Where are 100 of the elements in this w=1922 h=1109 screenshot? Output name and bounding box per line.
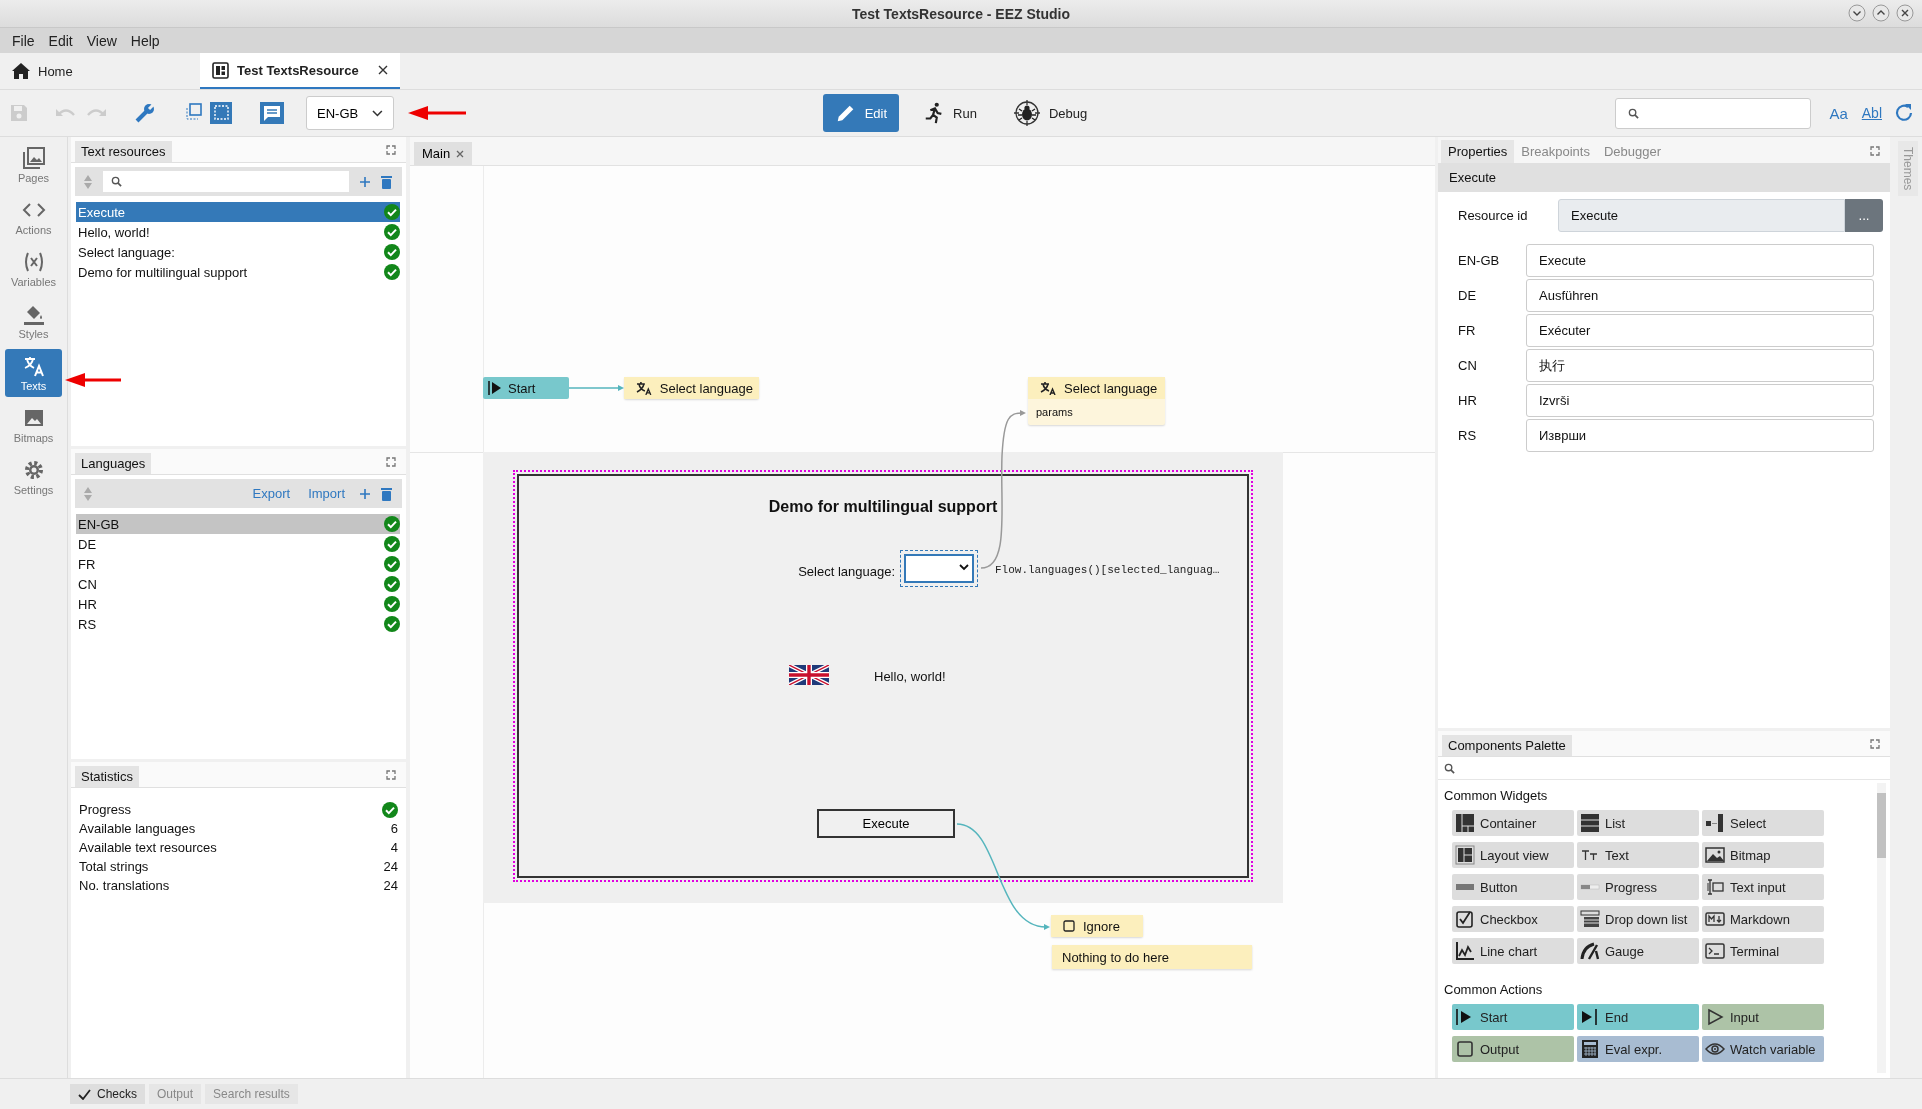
translation-field[interactable]: Изврши — [1526, 419, 1874, 452]
language-item[interactable]: CN — [76, 574, 400, 594]
toolbar-link[interactable]: Export — [248, 486, 295, 501]
language-item[interactable]: RS — [76, 614, 400, 634]
document-tab[interactable]: Home — [0, 53, 180, 89]
palette-item[interactable]: Output — [1452, 1036, 1574, 1062]
mode-button[interactable]: Run — [911, 94, 989, 132]
palette-item[interactable]: Line chart — [1452, 938, 1574, 964]
statistic-label: Available languages — [79, 821, 196, 836]
menu-item[interactable]: File — [6, 30, 41, 51]
text-resource-item[interactable]: Demo for multilingual support — [76, 262, 400, 282]
menu-item[interactable]: Edit — [42, 30, 79, 51]
sidebar-item[interactable]: Pages — [5, 141, 62, 189]
palette-item[interactable]: End — [1577, 1004, 1699, 1030]
text-resource-item[interactable]: Hello, world! — [76, 222, 400, 242]
text-resource-item[interactable]: Execute — [76, 202, 400, 222]
palette-item[interactable]: Watch variable — [1702, 1036, 1824, 1062]
language-item[interactable]: EN-GB — [76, 514, 400, 534]
sidebar-item[interactable]: Bitmaps — [5, 401, 62, 449]
scrollbar[interactable] — [1877, 783, 1886, 1073]
delete-icon[interactable] — [381, 174, 392, 189]
menu-item[interactable]: Help — [124, 30, 166, 51]
text-resource-item[interactable]: Select language: — [76, 242, 400, 262]
sort-icon[interactable] — [83, 485, 93, 502]
sidebar-item[interactable]: Settings — [5, 453, 62, 501]
sidebar-item[interactable]: Variables — [5, 245, 62, 293]
menu-item[interactable]: View — [80, 30, 123, 51]
toolbar-link[interactable]: Import — [304, 486, 349, 501]
translation-field[interactable]: Exécuter — [1526, 314, 1874, 347]
select-icon[interactable] — [210, 102, 232, 124]
palette-item[interactable]: Eval expr. — [1577, 1036, 1699, 1062]
expand-icon[interactable] — [386, 770, 396, 780]
palette-item[interactable]: Text input — [1702, 874, 1824, 900]
palette-item[interactable]: Text — [1577, 842, 1699, 868]
sidebar-item[interactable]: Styles — [5, 297, 62, 345]
add-icon[interactable] — [359, 175, 371, 188]
execute-button[interactable]: Execute — [817, 809, 955, 838]
sidebar-item[interactable]: Texts — [5, 349, 62, 397]
search-option[interactable]: Abl — [1859, 105, 1884, 121]
add-icon[interactable] — [359, 487, 371, 500]
wrench-icon[interactable] — [134, 102, 156, 124]
palette-item[interactable]: Markdown — [1702, 906, 1824, 932]
resource-id-field[interactable]: Execute — [1558, 199, 1845, 232]
language-label: CN — [1458, 358, 1478, 373]
language-dropdown[interactable]: EN-GB — [306, 96, 394, 130]
language-label: HR — [1458, 393, 1478, 408]
mode-button[interactable]: Debug — [1000, 94, 1100, 132]
palette-item[interactable]: Select — [1702, 810, 1824, 836]
comment-node[interactable]: Nothing to do here — [1052, 945, 1252, 969]
expand-icon[interactable] — [1870, 739, 1880, 749]
document-tab[interactable]: Test TextsResource — [200, 53, 400, 89]
action-node[interactable]: Select language — [624, 377, 759, 399]
palette-item[interactable]: Progress — [1577, 874, 1699, 900]
expand-icon[interactable] — [386, 457, 396, 467]
panel-title: Text resources — [75, 141, 172, 162]
palette-item[interactable]: Checkbox — [1452, 906, 1574, 932]
translation-field[interactable]: Ausführen — [1526, 279, 1874, 312]
palette-item[interactable]: Terminal — [1702, 938, 1824, 964]
close-icon[interactable] — [1896, 4, 1914, 22]
palette-item[interactable]: Gauge — [1577, 938, 1699, 964]
refresh-icon[interactable] — [1894, 103, 1914, 123]
expand-icon[interactable] — [386, 145, 396, 155]
panel-title: Languages — [75, 453, 152, 474]
palette-item[interactable]: Input — [1702, 1004, 1824, 1030]
close-icon[interactable] — [378, 65, 388, 75]
action-node[interactable]: Ignore — [1051, 915, 1143, 937]
palette-item[interactable]: Button — [1452, 874, 1574, 900]
language-item[interactable]: HR — [76, 594, 400, 614]
delete-icon[interactable] — [381, 486, 392, 501]
editor-tab[interactable]: Main — [414, 142, 473, 165]
comment-icon[interactable] — [260, 102, 284, 124]
translation-field[interactable]: Izvrši — [1526, 384, 1874, 417]
bottom-tab[interactable]: Checks — [70, 1084, 145, 1104]
translation-field[interactable]: 执行 — [1526, 349, 1874, 382]
palette-item[interactable]: Layout view — [1452, 842, 1574, 868]
expand-icon[interactable] — [1870, 146, 1880, 156]
search-option[interactable]: Aa — [1827, 104, 1850, 122]
mode-button[interactable]: Edit — [822, 94, 900, 132]
palette-item[interactable]: Drop down list — [1577, 906, 1699, 932]
start-node[interactable]: Start — [483, 377, 569, 399]
sidebar-item[interactable]: Actions — [5, 193, 62, 241]
search-field[interactable] — [103, 171, 349, 192]
action-node[interactable]: Select language params — [1028, 377, 1165, 425]
palette-item[interactable]: Start — [1452, 1004, 1574, 1030]
more-button[interactable]: ... — [1845, 199, 1883, 232]
maximize-icon[interactable] — [1872, 4, 1890, 22]
minimize-icon[interactable] — [1848, 4, 1866, 22]
translation-field[interactable]: Execute — [1526, 244, 1874, 277]
translate-icon — [1040, 381, 1056, 395]
select-icon[interactable] — [184, 102, 204, 122]
language-item[interactable]: FR — [76, 554, 400, 574]
layout-icon — [1455, 845, 1475, 865]
search-field[interactable] — [1615, 97, 1812, 129]
page-frame[interactable]: Demo for multilingual support Select language: Flow.languages()[selected_languag… Hello, world! Execute — [513, 470, 1253, 882]
palette-item[interactable]: Bitmap — [1702, 842, 1824, 868]
palette-item[interactable]: Container — [1452, 810, 1574, 836]
panel-tab[interactable]: Properties — [1441, 140, 1515, 163]
language-item[interactable]: DE — [76, 534, 400, 554]
palette-item[interactable]: List — [1577, 810, 1699, 836]
sort-icon[interactable] — [83, 173, 93, 190]
